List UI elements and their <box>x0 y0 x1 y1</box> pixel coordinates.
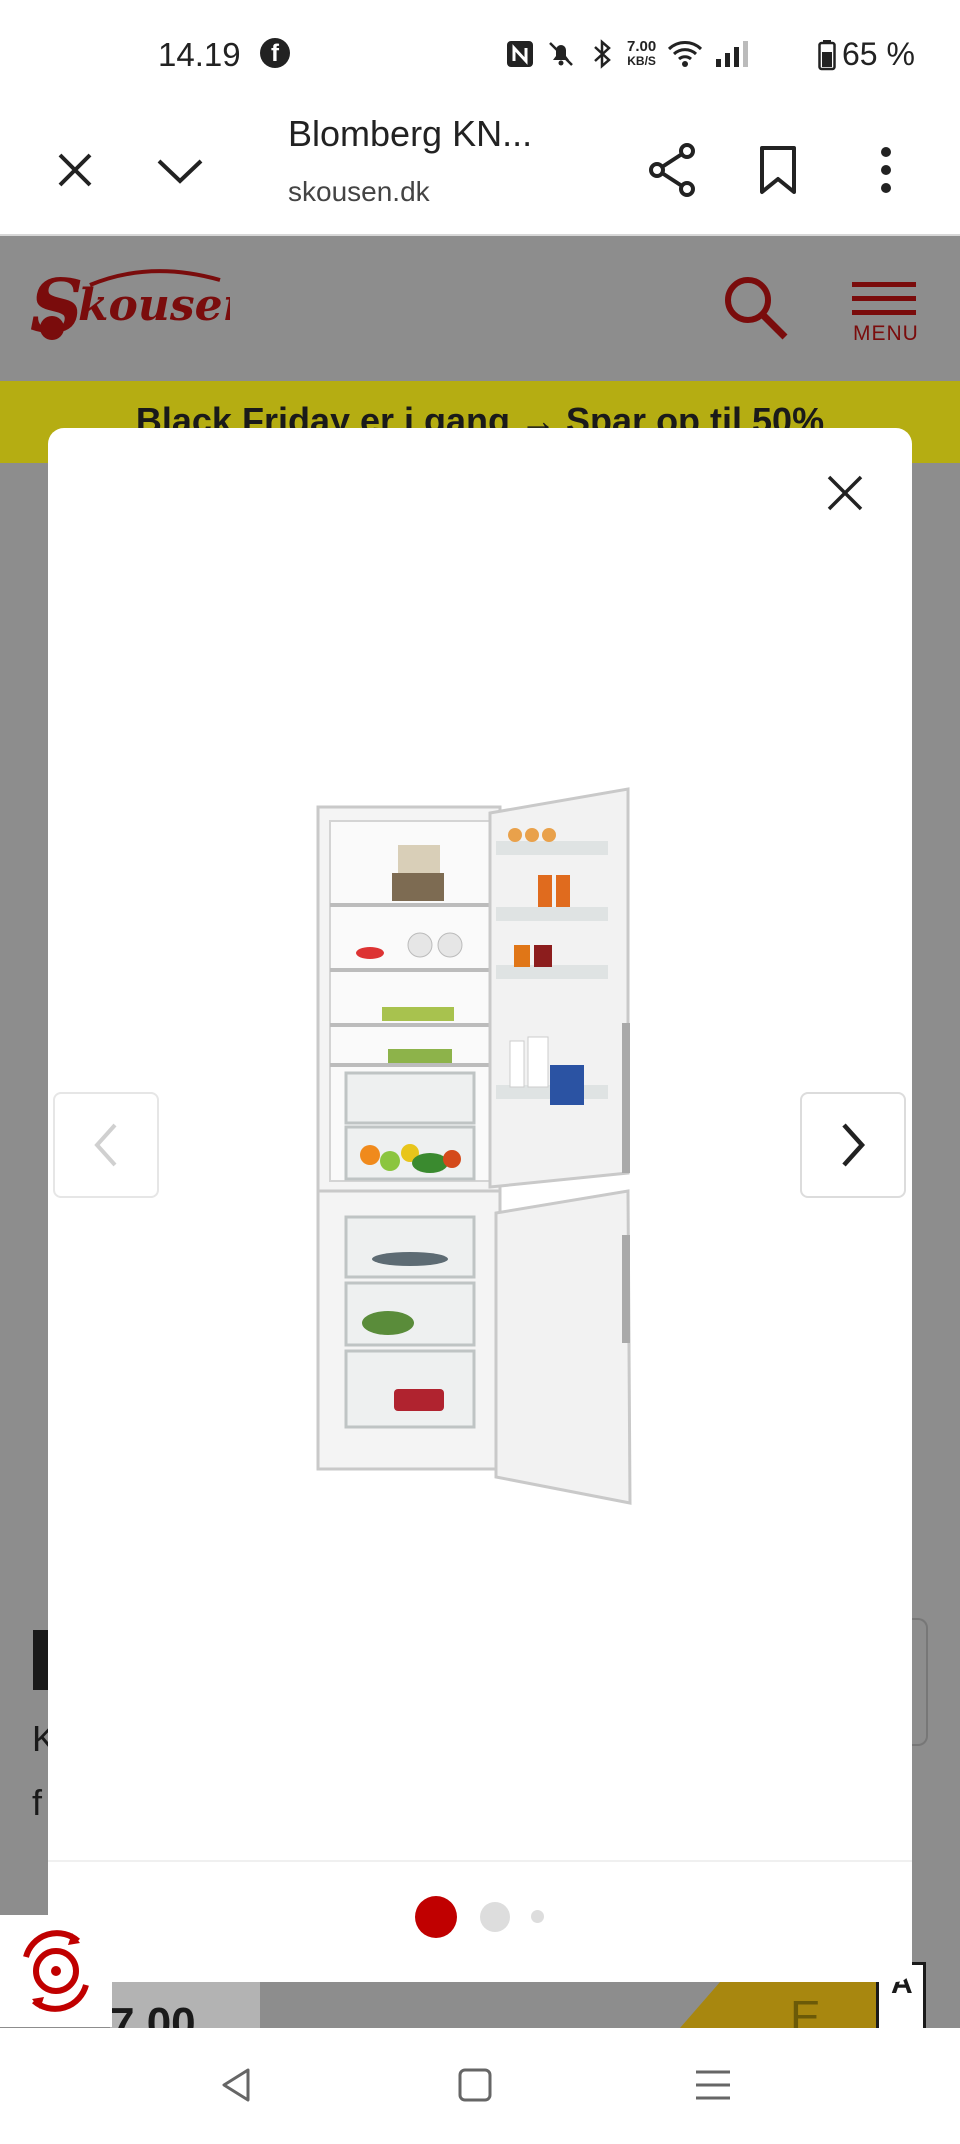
bookmark-icon <box>760 146 796 194</box>
search-button[interactable] <box>720 272 790 342</box>
close-tab-button[interactable] <box>45 140 105 200</box>
tire-service-icon <box>23 1930 89 2012</box>
svg-text:kousen: kousen <box>78 280 230 331</box>
more-icon <box>881 147 891 193</box>
product-heading-fragment <box>33 1630 48 1690</box>
battery-percent: 65 % <box>842 36 915 72</box>
net-speed: 7.00 KB/S <box>627 38 657 68</box>
hamburger-icon <box>852 282 916 315</box>
modal-footer-divider <box>48 1860 912 1862</box>
facebook-icon: f <box>260 38 290 68</box>
price-box: 7.00 <box>110 1982 260 2028</box>
modal-close-button[interactable] <box>820 468 870 518</box>
back-triangle-icon <box>222 2068 250 2102</box>
page-title: Blomberg KN... <box>288 113 533 154</box>
product-image <box>310 785 650 1505</box>
wifi-icon <box>668 41 703 67</box>
gallery-pagination <box>400 1892 560 1942</box>
share-icon <box>649 143 695 197</box>
signal-icon <box>716 41 749 67</box>
bluetooth-icon <box>594 39 611 69</box>
mute-icon <box>549 42 573 66</box>
pagination-dot[interactable] <box>480 1902 510 1932</box>
status-bar: 14.19 f 7.00 KB/S 65 % <box>0 0 960 110</box>
gallery-prev-button[interactable] <box>53 1092 159 1198</box>
service-widget-button[interactable] <box>0 1915 112 2027</box>
pagination-dot[interactable] <box>531 1910 544 1923</box>
system-nav-bar <box>0 2028 960 2144</box>
nav-back-button[interactable] <box>212 2060 262 2110</box>
page-domain: skousen.dk <box>288 176 430 207</box>
search-icon <box>725 277 788 340</box>
nav-home-button[interactable] <box>450 2060 500 2110</box>
price-fragment: 7.00 <box>110 1999 196 2029</box>
nav-recents-button[interactable] <box>688 2060 738 2110</box>
chevron-right-icon <box>842 1123 866 1167</box>
battery-icon <box>818 39 836 70</box>
energy-label: E <box>680 1982 876 2028</box>
more-options-button[interactable] <box>856 140 916 200</box>
chevron-left-icon <box>94 1123 117 1167</box>
close-icon <box>827 475 863 511</box>
energy-rating: E <box>790 1991 821 2028</box>
bookmark-button[interactable] <box>748 140 808 200</box>
energy-arrow-shape <box>680 1982 876 2028</box>
menu-button[interactable] <box>850 280 920 324</box>
share-button[interactable] <box>642 140 702 200</box>
product-badge-fragment <box>912 1618 928 1746</box>
fridge-illustration <box>316 787 632 1505</box>
site-logo[interactable]: S kousen <box>30 260 255 355</box>
chevron-down-icon <box>157 159 203 184</box>
close-icon <box>58 153 92 187</box>
home-square-icon <box>458 2068 492 2102</box>
product-description-fragment: f <box>32 1782 43 1823</box>
recents-lines-icon <box>696 2070 730 2100</box>
minimize-button[interactable] <box>150 140 210 200</box>
status-time: 14.19 <box>158 36 241 73</box>
status-icons: 7.00 KB/S <box>505 34 750 74</box>
pagination-dot-active[interactable] <box>415 1896 457 1938</box>
nfc-icon <box>507 41 533 67</box>
skousen-logo: S kousen <box>30 264 255 350</box>
gallery-next-button[interactable] <box>800 1092 906 1198</box>
menu-label: MENU <box>853 322 919 345</box>
battery-indicator: 65 % <box>818 36 915 73</box>
